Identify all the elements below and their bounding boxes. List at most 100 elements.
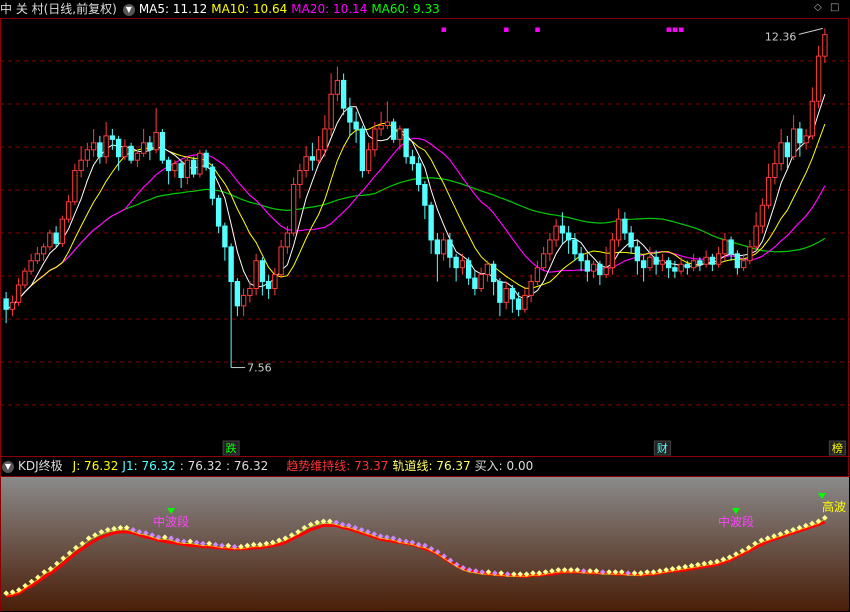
kdj-buy: 买入: 0.00 xyxy=(474,459,534,473)
candle-body xyxy=(178,163,184,179)
kdj-j1: J1: 76.32 xyxy=(122,459,176,473)
candle-body xyxy=(503,287,509,303)
ma60-line xyxy=(5,177,826,310)
candle-body xyxy=(528,281,534,296)
candle-body xyxy=(434,239,441,255)
candle-body xyxy=(640,260,647,269)
candle-body xyxy=(234,281,241,307)
candle-body xyxy=(553,225,559,241)
candle-body xyxy=(415,163,422,185)
candle-body xyxy=(709,256,716,265)
dropdown-icon[interactable]: ▼ xyxy=(122,3,135,16)
candle-body xyxy=(53,232,59,244)
top-dot: ▪ xyxy=(534,25,540,35)
ma5-line xyxy=(5,94,826,310)
candle-body xyxy=(59,218,66,244)
candle-body xyxy=(653,256,659,265)
candle-body xyxy=(272,274,278,289)
kdj-wave-label: 中波段 xyxy=(153,514,189,529)
kdj-name: KDJ终极 xyxy=(18,459,63,473)
top-dot: ▪ xyxy=(503,25,509,35)
candle-body xyxy=(153,131,159,151)
candle-body xyxy=(290,183,297,234)
price-header: 中 关 村(日线,前复权) ▼ MA5: 11.12 MA10: 10.64 MA20:… xyxy=(0,0,444,18)
candle-body xyxy=(615,218,622,241)
candle-body xyxy=(384,121,391,126)
event-marker: 财 xyxy=(657,441,668,455)
candle-body xyxy=(340,79,347,109)
kdj-v3: : 76.32 xyxy=(179,459,223,473)
candle-body xyxy=(222,225,228,248)
candle-body xyxy=(97,142,103,158)
candle-body xyxy=(784,142,791,158)
kdj-track: 轨道线: 76.37 xyxy=(392,459,471,473)
ma20-line xyxy=(5,137,826,310)
candle-body xyxy=(447,239,453,258)
candle-body xyxy=(759,204,766,227)
candle-body xyxy=(347,107,353,123)
candle-body xyxy=(378,125,384,130)
candle-body xyxy=(409,156,416,165)
candle-body xyxy=(172,163,178,172)
candle-body xyxy=(184,159,191,179)
high-label: 12.36 xyxy=(765,30,797,43)
candle-body xyxy=(228,246,234,283)
high-pointer xyxy=(798,27,823,35)
candle-body xyxy=(15,284,22,303)
candle-body xyxy=(109,135,116,140)
candle-body xyxy=(209,166,216,199)
candle-body xyxy=(603,267,609,276)
candle-body xyxy=(753,225,759,248)
top-dot: ▪ xyxy=(441,25,447,35)
candle-body xyxy=(740,260,747,269)
candle-body xyxy=(34,253,41,262)
event-marker: 跌 xyxy=(226,441,237,455)
ma10-label: MA10: 10.64 xyxy=(211,2,288,16)
candle-body xyxy=(84,149,91,161)
candle-body xyxy=(534,267,541,283)
kdj-trend: 趋势维持线: 73.37 xyxy=(286,459,389,473)
candle-body xyxy=(165,159,172,172)
candle-body xyxy=(690,260,697,269)
candle-body xyxy=(90,142,97,151)
stock-title: 中 关 村(日线,前复权) xyxy=(0,2,117,16)
candle-body xyxy=(397,128,403,140)
candle-body xyxy=(215,197,222,227)
dropdown-icon[interactable]: ▼ xyxy=(2,460,14,473)
candle-body xyxy=(703,256,709,265)
candle-body xyxy=(115,138,122,158)
candle-body xyxy=(297,170,303,185)
candle-body xyxy=(322,128,328,151)
candle-body xyxy=(203,152,209,168)
candle-body xyxy=(490,263,497,283)
candle-body xyxy=(78,159,84,172)
candle-body xyxy=(9,301,16,310)
candle-body xyxy=(803,135,809,144)
candle-body xyxy=(809,100,816,137)
candle-body xyxy=(315,149,322,161)
candle-body xyxy=(672,267,678,272)
kdj-header: ▼ KDJ终极 J: 76.32 J1: 76.32: 76.32: 76.32 趋势维… xyxy=(0,457,537,475)
candle-body xyxy=(284,232,291,248)
candle-body xyxy=(509,287,516,300)
candle-body xyxy=(572,239,578,255)
square-icon[interactable]: □ xyxy=(830,2,839,13)
candle-body xyxy=(328,93,334,130)
candle-body xyxy=(478,274,484,289)
candle-body xyxy=(334,79,341,95)
candle-body xyxy=(728,239,734,255)
candle-body xyxy=(822,34,828,57)
candle-body xyxy=(547,239,553,255)
diamond-icon[interactable]: ◇ xyxy=(814,2,822,13)
candle-body xyxy=(797,128,803,144)
kdj-v4: : 76.32 xyxy=(226,459,269,473)
candle-body xyxy=(647,256,653,269)
candle-body xyxy=(453,256,459,269)
candle-body xyxy=(540,253,547,269)
candle-body xyxy=(722,239,728,255)
candle-body xyxy=(634,246,641,262)
ma5-label: MA5: 11.12 xyxy=(138,2,208,16)
candle-body xyxy=(259,260,266,283)
candle-body xyxy=(140,142,147,154)
candle-body xyxy=(47,232,53,248)
